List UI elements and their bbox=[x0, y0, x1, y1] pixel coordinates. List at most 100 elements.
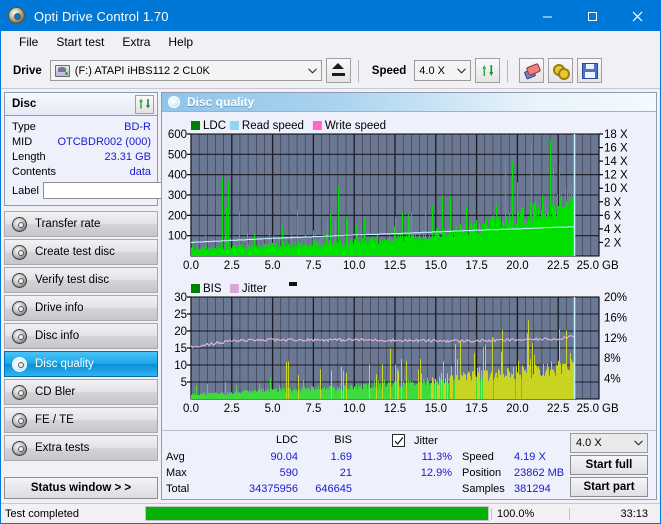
svg-text:18 X: 18 X bbox=[604, 129, 628, 141]
svg-text:5: 5 bbox=[181, 377, 187, 389]
stats-row-total: Total bbox=[166, 483, 189, 495]
menu-start-test[interactable]: Start test bbox=[47, 33, 113, 51]
svg-text:8%: 8% bbox=[604, 353, 621, 365]
disc-row-value: BD-R bbox=[124, 121, 151, 133]
disc-quality-charts: LDCRead speedWrite speed1002003004005006… bbox=[162, 112, 656, 422]
menu-extra[interactable]: Extra bbox=[113, 33, 159, 51]
refresh-icon bbox=[480, 63, 495, 78]
progress-percent: 100.0% bbox=[491, 508, 569, 520]
svg-text:16 X: 16 X bbox=[604, 143, 628, 155]
speed-select[interactable]: 4.0 X bbox=[414, 60, 471, 81]
sidebar-item-drive-info[interactable]: Drive info bbox=[4, 295, 158, 321]
status-message: Test completed bbox=[1, 508, 145, 520]
key-button[interactable] bbox=[548, 58, 573, 83]
svg-text:10.0: 10.0 bbox=[343, 403, 365, 415]
speed-select-value: 4.0 X bbox=[415, 65, 453, 77]
save-button[interactable] bbox=[577, 58, 602, 83]
svg-text:600: 600 bbox=[168, 129, 187, 141]
svg-text:12%: 12% bbox=[604, 333, 627, 345]
sidebar-spacer bbox=[4, 461, 158, 477]
status-window-button[interactable]: Status window > > bbox=[4, 477, 158, 499]
svg-text:10.0: 10.0 bbox=[343, 260, 365, 272]
stats-row-avg: Avg bbox=[166, 451, 185, 463]
disc-row-mid: MID OTCBDR002 (000) bbox=[12, 134, 151, 149]
svg-text:15.0: 15.0 bbox=[425, 403, 447, 415]
progress-bar bbox=[145, 506, 489, 521]
svg-text:8 X: 8 X bbox=[604, 197, 622, 209]
sidebar-item-label: Create test disc bbox=[35, 246, 115, 258]
svg-text:25: 25 bbox=[174, 309, 187, 321]
svg-text:20.0: 20.0 bbox=[506, 403, 528, 415]
progress-fill bbox=[146, 507, 488, 520]
svg-text:4 X: 4 X bbox=[604, 224, 622, 236]
jitter-checkbox[interactable] bbox=[392, 434, 405, 447]
svg-text:Write speed: Write speed bbox=[325, 120, 386, 132]
stats-row-max: Max bbox=[166, 467, 187, 479]
sidebar-item-create-test-disc[interactable]: Create test disc bbox=[4, 239, 158, 265]
svg-text:15: 15 bbox=[174, 343, 187, 355]
sidebar-item-verify-test-disc[interactable]: Verify test disc bbox=[4, 267, 158, 293]
chevron-down-icon bbox=[629, 438, 647, 448]
elapsed-time: 33:13 bbox=[569, 508, 660, 520]
sidebar-item-label: Extra tests bbox=[35, 442, 89, 454]
svg-text:20: 20 bbox=[174, 326, 187, 338]
sidebar-item-label: Transfer rate bbox=[35, 218, 100, 230]
panel-header: Disc quality bbox=[162, 93, 656, 112]
svg-text:5.0: 5.0 bbox=[265, 403, 281, 415]
svg-text:25.0: 25.0 bbox=[577, 403, 599, 415]
sidebar-item-transfer-rate[interactable]: Transfer rate bbox=[4, 211, 158, 237]
status-bar: Test completed 100.0% 33:13 bbox=[1, 503, 660, 523]
start-part-button[interactable]: Start part bbox=[570, 477, 648, 497]
svg-text:500: 500 bbox=[168, 149, 187, 161]
svg-text:GB: GB bbox=[602, 403, 619, 415]
sidebar-item-disc-quality[interactable]: Disc quality bbox=[4, 351, 158, 377]
speed-stat-label: Speed bbox=[462, 451, 494, 463]
sidebar-item-label: CD Bler bbox=[35, 386, 75, 398]
sidebar-item-fe-te[interactable]: FE / TE bbox=[4, 407, 158, 433]
menu-file[interactable]: File bbox=[10, 33, 47, 51]
disc-row-value: OTCBDR002 (000) bbox=[57, 136, 151, 148]
drive-select[interactable]: (F:) ATAPI iHBS112 2 CL0K bbox=[50, 60, 322, 81]
sidebar-item-disc-info[interactable]: Disc info bbox=[4, 323, 158, 349]
toolbar-divider-2 bbox=[507, 60, 508, 82]
test-speed-value: 4.0 X bbox=[571, 437, 629, 449]
menu-bar: File Start test Extra Help bbox=[1, 31, 660, 53]
svg-text:0.0: 0.0 bbox=[183, 260, 199, 272]
speed-label: Speed bbox=[372, 65, 407, 77]
maximize-button[interactable] bbox=[570, 1, 615, 31]
menu-help[interactable]: Help bbox=[159, 33, 202, 51]
refresh-button[interactable] bbox=[475, 58, 500, 83]
svg-text:30: 30 bbox=[174, 292, 187, 304]
disc-icon bbox=[12, 245, 27, 260]
svg-text:14 X: 14 X bbox=[604, 156, 628, 168]
disc-icon bbox=[12, 273, 27, 288]
chevron-down-icon bbox=[304, 66, 321, 76]
close-button[interactable] bbox=[615, 1, 660, 31]
minimize-button[interactable] bbox=[525, 1, 570, 31]
svg-text:10 X: 10 X bbox=[604, 183, 628, 195]
erase-button[interactable] bbox=[519, 58, 544, 83]
stats-ldc-avg: 90.04 bbox=[216, 451, 298, 463]
test-speed-select[interactable]: 4.0 X bbox=[570, 433, 648, 453]
chevron-down-icon bbox=[453, 66, 470, 76]
stats-bis-avg: 1.69 bbox=[302, 451, 352, 463]
stats-bis-max: 21 bbox=[302, 467, 352, 479]
disc-row-length: Length 23.31 GB bbox=[12, 149, 151, 164]
sidebar-item-label: Drive info bbox=[35, 302, 84, 314]
sidebar-item-label: Disc info bbox=[35, 330, 79, 342]
sidebar-item-label: Disc quality bbox=[35, 358, 94, 370]
svg-text:16%: 16% bbox=[604, 312, 627, 324]
svg-text:22.5: 22.5 bbox=[547, 403, 569, 415]
sidebar-item-extra-tests[interactable]: Extra tests bbox=[4, 435, 158, 461]
start-full-button[interactable]: Start full bbox=[570, 455, 648, 475]
svg-text:0.0: 0.0 bbox=[183, 403, 199, 415]
svg-text:LDC: LDC bbox=[203, 120, 226, 132]
statistics-panel: LDC BIS Avg Max Total 90.04 590 34375956… bbox=[162, 430, 656, 499]
eject-button[interactable] bbox=[326, 58, 351, 83]
disc-refresh-button[interactable] bbox=[135, 95, 154, 114]
sidebar-item-cd-bler[interactable]: CD Bler bbox=[4, 379, 158, 405]
drive-select-value: (F:) ATAPI iHBS112 2 CL0K bbox=[75, 65, 210, 77]
disc-icon bbox=[12, 329, 27, 344]
stats-header-ldc: LDC bbox=[246, 434, 298, 446]
svg-text:17.5: 17.5 bbox=[465, 260, 487, 272]
